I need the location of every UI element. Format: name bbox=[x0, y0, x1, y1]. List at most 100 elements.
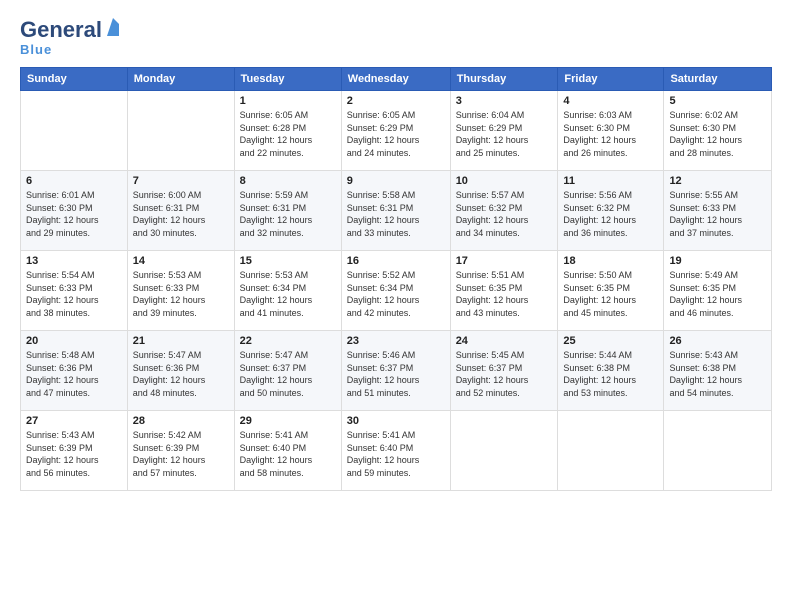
logo-general: General bbox=[20, 18, 102, 42]
day-info: Sunrise: 6:03 AM Sunset: 6:30 PM Dayligh… bbox=[563, 109, 658, 159]
week-row-3: 13 Sunrise: 5:54 AM Sunset: 6:33 PM Dayli… bbox=[21, 251, 772, 331]
day-info: Sunrise: 6:00 AM Sunset: 6:31 PM Dayligh… bbox=[133, 189, 229, 239]
day-cell: 28 Sunrise: 5:42 AM Sunset: 6:39 PM Dayli… bbox=[127, 411, 234, 491]
day-info: Sunrise: 5:54 AM Sunset: 6:33 PM Dayligh… bbox=[26, 269, 122, 319]
weekday-sunday: Sunday bbox=[21, 68, 128, 91]
logo: General Blue bbox=[20, 18, 123, 57]
day-info: Sunrise: 5:48 AM Sunset: 6:36 PM Dayligh… bbox=[26, 349, 122, 399]
day-cell: 26Sunrise: 5:43 AM Sunset: 6:38 PM Dayli… bbox=[664, 331, 772, 411]
day-info: Sunrise: 5:46 AM Sunset: 6:37 PM Dayligh… bbox=[347, 349, 445, 399]
day-cell: 14 Sunrise: 5:53 AM Sunset: 6:33 PM Dayli… bbox=[127, 251, 234, 331]
day-cell: 21 Sunrise: 5:47 AM Sunset: 6:36 PM Dayli… bbox=[127, 331, 234, 411]
day-info: Sunrise: 5:41 AM Sunset: 6:40 PM Dayligh… bbox=[240, 429, 336, 479]
week-row-4: 20Sunrise: 5:48 AM Sunset: 6:36 PM Dayli… bbox=[21, 331, 772, 411]
day-cell: 6Sunrise: 6:01 AM Sunset: 6:30 PM Daylig… bbox=[21, 171, 128, 251]
day-number: 29 bbox=[240, 415, 336, 427]
day-cell: 30 Sunrise: 5:41 AM Sunset: 6:40 PM Dayli… bbox=[341, 411, 450, 491]
day-number: 30 bbox=[347, 415, 445, 427]
day-cell bbox=[558, 411, 664, 491]
day-info: Sunrise: 5:56 AM Sunset: 6:32 PM Dayligh… bbox=[563, 189, 658, 239]
day-info: Sunrise: 5:42 AM Sunset: 6:39 PM Dayligh… bbox=[133, 429, 229, 479]
day-info: Sunrise: 5:58 AM Sunset: 6:31 PM Dayligh… bbox=[347, 189, 445, 239]
day-cell bbox=[21, 91, 128, 171]
day-info: Sunrise: 5:47 AM Sunset: 6:37 PM Dayligh… bbox=[240, 349, 336, 399]
day-cell: 18 Sunrise: 5:50 AM Sunset: 6:35 PM Dayli… bbox=[558, 251, 664, 331]
day-info: Sunrise: 6:04 AM Sunset: 6:29 PM Dayligh… bbox=[456, 109, 553, 159]
day-info: Sunrise: 5:49 AM Sunset: 6:35 PM Dayligh… bbox=[669, 269, 766, 319]
day-cell: 22 Sunrise: 5:47 AM Sunset: 6:37 PM Dayli… bbox=[234, 331, 341, 411]
day-number: 16 bbox=[347, 255, 445, 267]
day-info: Sunrise: 5:55 AM Sunset: 6:33 PM Dayligh… bbox=[669, 189, 766, 239]
day-number: 5 bbox=[669, 95, 766, 107]
day-cell: 15Sunrise: 5:53 AM Sunset: 6:34 PM Dayli… bbox=[234, 251, 341, 331]
day-number: 12 bbox=[669, 175, 766, 187]
day-cell: 11 Sunrise: 5:56 AM Sunset: 6:32 PM Dayli… bbox=[558, 171, 664, 251]
day-cell: 12 Sunrise: 5:55 AM Sunset: 6:33 PM Dayli… bbox=[664, 171, 772, 251]
day-cell: 25 Sunrise: 5:44 AM Sunset: 6:38 PM Dayli… bbox=[558, 331, 664, 411]
weekday-monday: Monday bbox=[127, 68, 234, 91]
day-number: 4 bbox=[563, 95, 658, 107]
day-cell: 24 Sunrise: 5:45 AM Sunset: 6:37 PM Dayli… bbox=[450, 331, 558, 411]
day-info: Sunrise: 6:05 AM Sunset: 6:28 PM Dayligh… bbox=[240, 109, 336, 159]
day-cell: 9 Sunrise: 5:58 AM Sunset: 6:31 PM Daylig… bbox=[341, 171, 450, 251]
weekday-thursday: Thursday bbox=[450, 68, 558, 91]
day-info: Sunrise: 5:45 AM Sunset: 6:37 PM Dayligh… bbox=[456, 349, 553, 399]
day-info: Sunrise: 5:59 AM Sunset: 6:31 PM Dayligh… bbox=[240, 189, 336, 239]
day-number: 27 bbox=[26, 415, 122, 427]
day-info: Sunrise: 5:50 AM Sunset: 6:35 PM Dayligh… bbox=[563, 269, 658, 319]
day-cell: 2 Sunrise: 6:05 AM Sunset: 6:29 PM Daylig… bbox=[341, 91, 450, 171]
day-info: Sunrise: 6:02 AM Sunset: 6:30 PM Dayligh… bbox=[669, 109, 766, 159]
day-info: Sunrise: 5:52 AM Sunset: 6:34 PM Dayligh… bbox=[347, 269, 445, 319]
day-info: Sunrise: 5:53 AM Sunset: 6:34 PM Dayligh… bbox=[240, 269, 336, 319]
day-info: Sunrise: 6:05 AM Sunset: 6:29 PM Dayligh… bbox=[347, 109, 445, 159]
day-number: 18 bbox=[563, 255, 658, 267]
day-number: 14 bbox=[133, 255, 229, 267]
day-number: 9 bbox=[347, 175, 445, 187]
day-info: Sunrise: 5:43 AM Sunset: 6:38 PM Dayligh… bbox=[669, 349, 766, 399]
weekday-friday: Friday bbox=[558, 68, 664, 91]
day-number: 25 bbox=[563, 335, 658, 347]
day-info: Sunrise: 5:57 AM Sunset: 6:32 PM Dayligh… bbox=[456, 189, 553, 239]
day-number: 7 bbox=[133, 175, 229, 187]
day-number: 1 bbox=[240, 95, 336, 107]
day-cell: 19 Sunrise: 5:49 AM Sunset: 6:35 PM Dayli… bbox=[664, 251, 772, 331]
logo-icon bbox=[103, 18, 123, 38]
day-cell: 16 Sunrise: 5:52 AM Sunset: 6:34 PM Dayli… bbox=[341, 251, 450, 331]
day-number: 19 bbox=[669, 255, 766, 267]
weekday-header-row: SundayMondayTuesdayWednesdayThursdayFrid… bbox=[21, 68, 772, 91]
day-info: Sunrise: 5:53 AM Sunset: 6:33 PM Dayligh… bbox=[133, 269, 229, 319]
day-cell: 20Sunrise: 5:48 AM Sunset: 6:36 PM Dayli… bbox=[21, 331, 128, 411]
day-number: 24 bbox=[456, 335, 553, 347]
weekday-wednesday: Wednesday bbox=[341, 68, 450, 91]
day-cell: 27Sunrise: 5:43 AM Sunset: 6:39 PM Dayli… bbox=[21, 411, 128, 491]
week-row-1: 1 Sunrise: 6:05 AM Sunset: 6:28 PM Daylig… bbox=[21, 91, 772, 171]
day-number: 3 bbox=[456, 95, 553, 107]
weekday-tuesday: Tuesday bbox=[234, 68, 341, 91]
day-number: 8 bbox=[240, 175, 336, 187]
day-number: 28 bbox=[133, 415, 229, 427]
day-info: Sunrise: 5:41 AM Sunset: 6:40 PM Dayligh… bbox=[347, 429, 445, 479]
day-info: Sunrise: 5:44 AM Sunset: 6:38 PM Dayligh… bbox=[563, 349, 658, 399]
logo-blue: Blue bbox=[20, 42, 52, 57]
day-cell: 17Sunrise: 5:51 AM Sunset: 6:35 PM Dayli… bbox=[450, 251, 558, 331]
day-cell: 8 Sunrise: 5:59 AM Sunset: 6:31 PM Daylig… bbox=[234, 171, 341, 251]
day-cell bbox=[450, 411, 558, 491]
day-cell bbox=[127, 91, 234, 171]
day-number: 11 bbox=[563, 175, 658, 187]
day-info: Sunrise: 5:47 AM Sunset: 6:36 PM Dayligh… bbox=[133, 349, 229, 399]
day-cell: 29 Sunrise: 5:41 AM Sunset: 6:40 PM Dayli… bbox=[234, 411, 341, 491]
day-number: 17 bbox=[456, 255, 553, 267]
day-number: 13 bbox=[26, 255, 122, 267]
day-number: 2 bbox=[347, 95, 445, 107]
day-cell: 5 Sunrise: 6:02 AM Sunset: 6:30 PM Daylig… bbox=[664, 91, 772, 171]
day-cell: 7 Sunrise: 6:00 AM Sunset: 6:31 PM Daylig… bbox=[127, 171, 234, 251]
day-cell: 13 Sunrise: 5:54 AM Sunset: 6:33 PM Dayli… bbox=[21, 251, 128, 331]
day-cell bbox=[664, 411, 772, 491]
day-number: 23 bbox=[347, 335, 445, 347]
day-cell: 4 Sunrise: 6:03 AM Sunset: 6:30 PM Daylig… bbox=[558, 91, 664, 171]
day-number: 21 bbox=[133, 335, 229, 347]
week-row-2: 6Sunrise: 6:01 AM Sunset: 6:30 PM Daylig… bbox=[21, 171, 772, 251]
calendar-table: SundayMondayTuesdayWednesdayThursdayFrid… bbox=[20, 67, 772, 491]
day-number: 22 bbox=[240, 335, 336, 347]
day-number: 10 bbox=[456, 175, 553, 187]
